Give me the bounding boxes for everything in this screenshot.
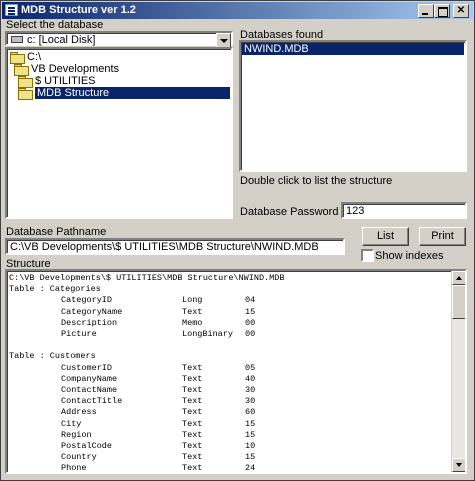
drive-combo-value: c: [Local Disk] (27, 34, 96, 46)
window-title: MDB Structure ver 1.2 (21, 4, 136, 16)
folder-open-icon (18, 76, 33, 88)
main-window: MDB Structure ver 1.2 ✕ Select the datab… (0, 0, 475, 481)
vertical-scrollbar[interactable] (451, 271, 465, 472)
field-name: City (61, 418, 82, 429)
field-type: Long (182, 295, 203, 306)
structure-path-line: C:\VB Developments\$ UTILITIES\MDB Struc… (9, 273, 285, 283)
list-button[interactable]: List (362, 227, 409, 246)
folder-open-icon (10, 52, 25, 64)
field-size: 10 (245, 441, 256, 451)
field-size: 30 (245, 396, 256, 407)
app-icon (5, 4, 18, 16)
field-name: Country (61, 452, 97, 463)
databases-list[interactable]: NWIND.MDB (239, 40, 467, 172)
tree-item-label: VB Developments (31, 63, 120, 75)
field-size: 00 (245, 317, 256, 328)
scroll-thumb[interactable] (452, 285, 465, 319)
pathname-field[interactable]: C:\VB Developments\$ UTILITIES\MDB Struc… (5, 238, 345, 255)
field-size: 15 (245, 429, 256, 440)
title-bar[interactable]: MDB Structure ver 1.2 ✕ (2, 2, 473, 19)
field-size: 05 (245, 362, 256, 373)
folder-open-icon (14, 64, 29, 76)
field-type: Text (182, 407, 203, 418)
field-name: ContactName (61, 385, 118, 395)
drive-icon (11, 36, 23, 43)
field-size: 40 (245, 373, 256, 384)
table-header: Table : Categories (9, 284, 101, 295)
scroll-down-icon[interactable] (452, 458, 465, 472)
show-indexes-label[interactable]: Show indexes (375, 250, 444, 262)
field-name: Region (61, 429, 92, 440)
field-size: 15 (245, 306, 256, 317)
list-item[interactable]: NWIND.MDB (242, 43, 464, 55)
minimize-button[interactable] (418, 4, 434, 18)
drive-combo[interactable]: c: [Local Disk] (5, 31, 233, 48)
field-name: Description (61, 317, 118, 328)
table-header: Table : Customers (9, 351, 96, 362)
field-name: CustomerID (61, 362, 113, 373)
field-type: LongBinary (182, 329, 234, 339)
scroll-up-icon[interactable] (452, 271, 465, 285)
field-type: Text (182, 385, 203, 395)
field-name: CategoryName (61, 306, 123, 317)
print-button-label: Print (431, 230, 454, 242)
close-button[interactable]: ✕ (453, 4, 469, 18)
field-type: Text (182, 463, 203, 474)
field-size: 04 (245, 295, 256, 306)
field-type: Text (182, 306, 203, 317)
field-name: CompanyName (61, 373, 118, 384)
field-name: PostalCode (61, 441, 113, 451)
select-database-label: Select the database (6, 19, 104, 31)
field-size: 30 (245, 385, 256, 395)
field-name: Phone (61, 463, 87, 474)
field-size: 00 (245, 329, 256, 339)
field-type: Text (182, 362, 203, 373)
field-name: Picture (61, 329, 97, 339)
field-size: 60 (245, 407, 256, 418)
structure-textbox[interactable]: C:\VB Developments\$ UTILITIES\MDB Struc… (5, 269, 467, 474)
field-size: 24 (245, 463, 256, 474)
field-type: Text (182, 441, 203, 451)
tree-item-label: $ UTILITIES (35, 75, 96, 87)
field-type: Text (182, 373, 203, 384)
list-button-label: List (376, 230, 395, 242)
tree-item-mdb-structure[interactable]: MDB Structure (18, 87, 230, 100)
print-button[interactable]: Print (419, 227, 466, 246)
chevron-down-icon[interactable] (216, 33, 231, 48)
database-pathname-label: Database Pathname (6, 226, 107, 238)
field-type: Memo (182, 317, 203, 328)
field-name: Address (61, 407, 97, 418)
field-size: 15 (245, 418, 256, 429)
field-name: CategoryID (61, 295, 113, 306)
double-click-hint: Double click to list the structure (240, 175, 393, 187)
field-type: Text (182, 452, 203, 463)
field-type: Text (182, 396, 203, 407)
tree-item-label: C:\ (27, 51, 42, 63)
field-type: Text (182, 429, 203, 440)
field-type: Text (182, 418, 203, 429)
show-indexes-checkbox[interactable] (361, 249, 374, 262)
field-size: 15 (245, 452, 256, 463)
tree-item-label: MDB Structure (35, 87, 230, 99)
field-name: ContactTitle (61, 396, 123, 407)
password-field[interactable]: 123 (341, 202, 467, 219)
folder-open-icon (18, 88, 33, 100)
directory-tree[interactable]: C:\ VB Developments $ UTILITIES MDB Stru… (5, 47, 233, 219)
maximize-button[interactable] (434, 4, 450, 18)
